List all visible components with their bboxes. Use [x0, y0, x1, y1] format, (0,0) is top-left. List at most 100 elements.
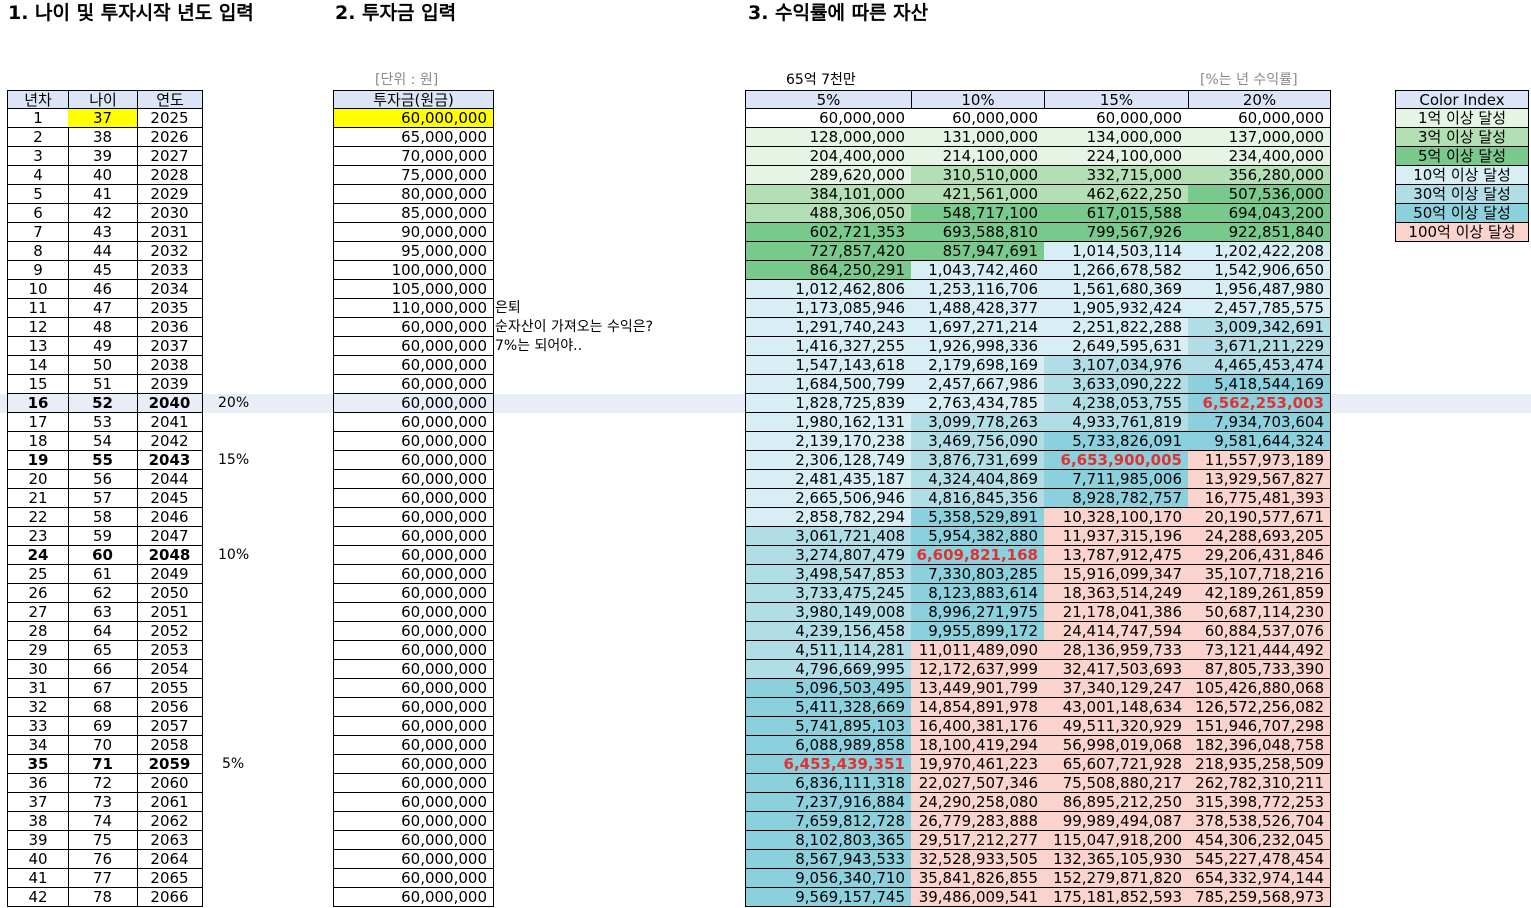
principal-cell[interactable]: 60,000,000	[333, 584, 494, 603]
year-cell[interactable]: 2053	[137, 641, 203, 660]
year-cell[interactable]: 2042	[137, 432, 203, 451]
header-year[interactable]: 연도	[137, 90, 203, 109]
asset-cell-5[interactable]: 1,684,500,799	[745, 375, 912, 394]
principal-cell[interactable]: 70,000,000	[333, 147, 494, 166]
asset-cell-10[interactable]: 29,517,212,277	[911, 831, 1045, 850]
year-no-cell[interactable]: 10	[7, 280, 69, 299]
principal-cell[interactable]: 60,000,000	[333, 394, 494, 413]
year-cell[interactable]: 2064	[137, 850, 203, 869]
principal-cell[interactable]: 110,000,000	[333, 299, 494, 318]
year-cell[interactable]: 2030	[137, 204, 203, 223]
year-no-cell[interactable]: 9	[7, 261, 69, 280]
asset-cell-15[interactable]: 617,015,588	[1044, 204, 1189, 223]
asset-cell-15[interactable]: 115,047,918,200	[1044, 831, 1189, 850]
asset-cell-5[interactable]: 1,980,162,131	[745, 413, 912, 432]
age-cell[interactable]: 62	[68, 584, 138, 603]
asset-cell-15[interactable]: 24,414,747,594	[1044, 622, 1189, 641]
principal-cell[interactable]: 85,000,000	[333, 204, 494, 223]
asset-cell-15[interactable]: 10,328,100,170	[1044, 508, 1189, 527]
asset-cell-20[interactable]: 35,107,718,216	[1188, 565, 1331, 584]
principal-cell[interactable]: 60,000,000	[333, 850, 494, 869]
asset-cell-5[interactable]: 4,511,114,281	[745, 641, 912, 660]
age-cell[interactable]: 46	[68, 280, 138, 299]
asset-cell-20[interactable]: 29,206,431,846	[1188, 546, 1331, 565]
header-rate-20[interactable]: 20%	[1188, 90, 1331, 109]
asset-cell-20[interactable]: 3,671,211,229	[1188, 337, 1331, 356]
principal-cell[interactable]: 65,000,000	[333, 128, 494, 147]
principal-cell[interactable]: 60,000,000	[333, 793, 494, 812]
age-cell[interactable]: 54	[68, 432, 138, 451]
age-cell[interactable]: 64	[68, 622, 138, 641]
principal-cell[interactable]: 60,000,000	[333, 774, 494, 793]
age-cell[interactable]: 78	[68, 888, 138, 907]
age-cell[interactable]: 47	[68, 299, 138, 318]
asset-cell-15[interactable]: 13,787,912,475	[1044, 546, 1189, 565]
year-cell[interactable]: 2066	[137, 888, 203, 907]
asset-cell-20[interactable]: 126,572,256,082	[1188, 698, 1331, 717]
age-cell[interactable]: 48	[68, 318, 138, 337]
asset-cell-5[interactable]: 3,498,547,853	[745, 565, 912, 584]
age-cell[interactable]: 40	[68, 166, 138, 185]
asset-cell-10[interactable]: 32,528,933,505	[911, 850, 1045, 869]
asset-cell-10[interactable]: 12,172,637,999	[911, 660, 1045, 679]
year-cell[interactable]: 2063	[137, 831, 203, 850]
asset-cell-20[interactable]: 11,557,973,189	[1188, 451, 1331, 470]
principal-cell[interactable]: 60,000,000	[333, 755, 494, 774]
year-no-cell[interactable]: 20	[7, 470, 69, 489]
asset-cell-10[interactable]: 3,876,731,699	[911, 451, 1045, 470]
year-no-cell[interactable]: 11	[7, 299, 69, 318]
year-no-cell[interactable]: 27	[7, 603, 69, 622]
age-cell[interactable]: 70	[68, 736, 138, 755]
age-cell[interactable]: 60	[68, 546, 138, 565]
asset-cell-10[interactable]: 14,854,891,978	[911, 698, 1045, 717]
age-cell[interactable]: 58	[68, 508, 138, 527]
age-cell[interactable]: 69	[68, 717, 138, 736]
principal-cell[interactable]: 60,000,000	[333, 603, 494, 622]
age-cell[interactable]: 76	[68, 850, 138, 869]
year-no-cell[interactable]: 21	[7, 489, 69, 508]
asset-cell-20[interactable]: 654,332,974,144	[1188, 869, 1331, 888]
asset-cell-10[interactable]: 548,717,100	[911, 204, 1045, 223]
asset-cell-10[interactable]: 1,697,271,214	[911, 318, 1045, 337]
year-no-cell[interactable]: 3	[7, 147, 69, 166]
age-cell[interactable]: 41	[68, 185, 138, 204]
principal-cell[interactable]: 60,000,000	[333, 527, 494, 546]
principal-cell[interactable]: 75,000,000	[333, 166, 494, 185]
asset-cell-15[interactable]: 799,567,926	[1044, 223, 1189, 242]
asset-cell-20[interactable]: 105,426,880,068	[1188, 679, 1331, 698]
asset-cell-15[interactable]: 332,715,000	[1044, 166, 1189, 185]
asset-cell-15[interactable]: 15,916,099,347	[1044, 565, 1189, 584]
year-no-cell[interactable]: 22	[7, 508, 69, 527]
asset-cell-20[interactable]: 1,956,487,980	[1188, 280, 1331, 299]
asset-cell-15[interactable]: 1,905,932,424	[1044, 299, 1189, 318]
principal-cell[interactable]: 60,000,000	[333, 451, 494, 470]
asset-cell-10[interactable]: 2,763,434,785	[911, 394, 1045, 413]
asset-cell-20[interactable]: 1,202,422,208	[1188, 242, 1331, 261]
asset-cell-5[interactable]: 3,274,807,479	[745, 546, 912, 565]
asset-cell-10[interactable]: 3,099,778,263	[911, 413, 1045, 432]
asset-cell-20[interactable]: 4,465,453,474	[1188, 356, 1331, 375]
asset-cell-10[interactable]: 8,996,271,975	[911, 603, 1045, 622]
asset-cell-20[interactable]: 73,121,444,492	[1188, 641, 1331, 660]
principal-cell[interactable]: 60,000,000	[333, 679, 494, 698]
asset-cell-15[interactable]: 4,238,053,755	[1044, 394, 1189, 413]
principal-cell[interactable]: 60,000,000	[333, 432, 494, 451]
asset-cell-20[interactable]: 785,259,568,973	[1188, 888, 1331, 907]
asset-cell-20[interactable]: 6,562,253,003	[1188, 394, 1331, 413]
asset-cell-5[interactable]: 1,291,740,243	[745, 318, 912, 337]
asset-cell-5[interactable]: 2,858,782,294	[745, 508, 912, 527]
asset-cell-10[interactable]: 19,970,461,223	[911, 755, 1045, 774]
principal-cell[interactable]: 60,000,000	[333, 622, 494, 641]
asset-cell-20[interactable]: 378,538,526,704	[1188, 812, 1331, 831]
year-cell[interactable]: 2040	[137, 394, 203, 413]
year-cell[interactable]: 2028	[137, 166, 203, 185]
asset-cell-15[interactable]: 152,279,871,820	[1044, 869, 1189, 888]
asset-cell-5[interactable]: 1,012,462,806	[745, 280, 912, 299]
year-no-cell[interactable]: 29	[7, 641, 69, 660]
asset-cell-20[interactable]: 922,851,840	[1188, 223, 1331, 242]
asset-cell-15[interactable]: 3,107,034,976	[1044, 356, 1189, 375]
asset-cell-5[interactable]: 6,088,989,858	[745, 736, 912, 755]
year-cell[interactable]: 2058	[137, 736, 203, 755]
year-no-cell[interactable]: 1	[7, 109, 69, 128]
year-cell[interactable]: 2038	[137, 356, 203, 375]
